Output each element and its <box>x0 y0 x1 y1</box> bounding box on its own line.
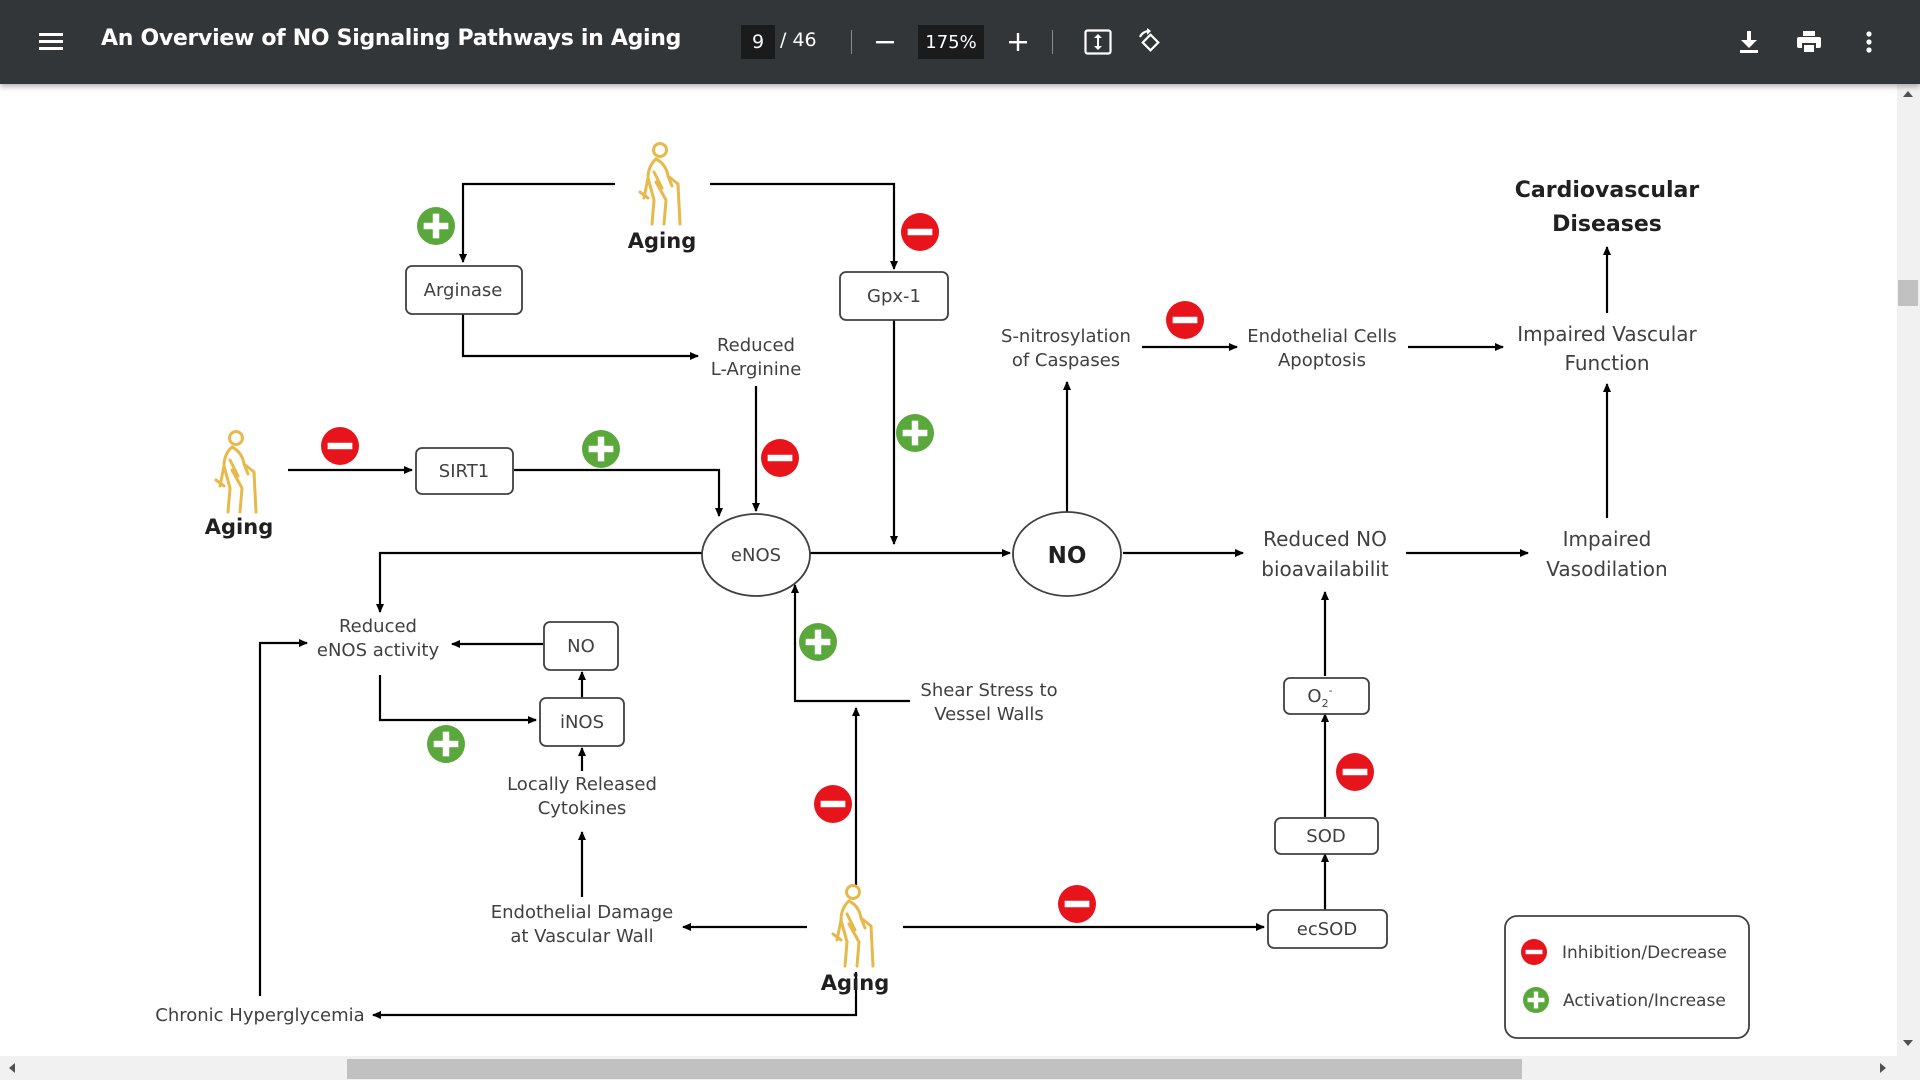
endothelial-apoptosis-label: Apoptosis <box>1278 350 1366 371</box>
endothelial-damage-label: at Vascular Wall <box>510 926 653 947</box>
aging-label: Aging <box>628 229 696 253</box>
activation-icon <box>799 623 837 661</box>
gpx1-label: Gpx-1 <box>867 286 921 307</box>
inhibition-icon <box>1336 753 1374 791</box>
horizontal-scroll-thumb[interactable] <box>347 1059 1522 1079</box>
zoom-out-button[interactable] <box>865 22 905 62</box>
cvd-label: Cardiovascular <box>1515 178 1700 203</box>
reduced-no-bioavailability-label: bioavailabilit <box>1261 557 1389 581</box>
impaired-vascular-function-label: Function <box>1564 351 1649 375</box>
minus-icon <box>876 41 894 44</box>
elderly-person-icon <box>214 430 258 514</box>
inhibition-icon <box>814 785 852 823</box>
fit-page-icon <box>1084 29 1112 55</box>
ecsod-label: ecSOD <box>1297 919 1357 940</box>
elderly-person-icon <box>638 142 682 226</box>
inhibition-icon <box>321 427 359 465</box>
s-nitrosylation-label: S-nitrosylation <box>1001 326 1131 347</box>
s-nitrosylation-label: of Caspases <box>1012 350 1120 371</box>
impaired-vascular-function-label: Impaired Vascular <box>1517 322 1697 346</box>
elderly-person-icon <box>831 884 875 968</box>
inos-label: iNOS <box>560 712 604 733</box>
rotate-icon <box>1139 28 1160 52</box>
endothelial-damage-label: Endothelial Damage <box>491 902 673 923</box>
pdf-viewer: Aging Aging Aging Arginase Gpx-1 SIRT1 R… <box>0 84 1897 1056</box>
activation-icon <box>1523 987 1549 1013</box>
legend-box <box>1504 915 1750 1039</box>
aging-label: Aging <box>205 515 273 539</box>
menu-icon[interactable] <box>30 22 72 62</box>
toolbar-divider <box>851 30 852 54</box>
arginase-label: Arginase <box>424 280 503 301</box>
zoom-in-button[interactable] <box>998 22 1038 62</box>
aging-label: Aging <box>821 971 889 995</box>
toolbar-divider <box>1052 30 1053 54</box>
legend-activation-label: Activation/Increase <box>1563 991 1726 1011</box>
activation-icon <box>896 414 934 452</box>
download-icon <box>1740 31 1758 53</box>
no-signaling-diagram: Aging Aging Aging Arginase Gpx-1 SIRT1 R… <box>155 142 1750 1039</box>
reduced-enos-activity-label: Reduced <box>339 616 417 637</box>
reduced-no-bioavailability-label: Reduced NO <box>1263 527 1387 551</box>
no-label: NO <box>1048 543 1087 569</box>
inhibition-icon <box>901 213 939 251</box>
inhibition-icon <box>761 439 799 477</box>
cytokines-label: Locally Released <box>507 774 657 795</box>
reduced-enos-activity-label: eNOS activity <box>317 640 440 661</box>
more-options-button[interactable] <box>1849 22 1889 62</box>
scroll-down-icon[interactable] <box>1903 1040 1913 1046</box>
no-small-label: NO <box>567 636 595 657</box>
reduced-larginine-label: Reduced <box>717 335 795 356</box>
activation-icon <box>417 207 455 245</box>
plus-icon <box>1009 33 1027 51</box>
scroll-left-icon[interactable] <box>9 1063 15 1073</box>
cytokines-label: Cytokines <box>538 798 627 819</box>
shear-stress-label: Vessel Walls <box>934 704 1044 725</box>
shear-stress-label: Shear Stress to <box>920 680 1057 701</box>
impaired-vasodilation-label: Vasodilation <box>1546 557 1667 581</box>
endothelial-apoptosis-label: Endothelial Cells <box>1247 326 1397 347</box>
document-title: An Overview of NO Signaling Pathways in … <box>101 26 682 51</box>
more-vert-icon <box>1866 31 1872 53</box>
pdf-toolbar: An Overview of NO Signaling Pathways in … <box>0 0 1920 84</box>
page-number-input[interactable] <box>741 25 775 59</box>
print-icon <box>1797 31 1821 54</box>
download-button[interactable] <box>1729 22 1769 62</box>
reduced-larginine-label: L-Arginine <box>711 359 802 380</box>
impaired-vasodilation-label: Impaired <box>1563 527 1652 551</box>
chronic-hyperglycemia-label: Chronic Hyperglycemia <box>155 1005 364 1026</box>
enos-label: eNOS <box>731 545 781 566</box>
cvd-label: Diseases <box>1552 212 1662 237</box>
zoom-level-input[interactable] <box>918 25 984 59</box>
activation-icon <box>427 725 465 763</box>
sirt1-label: SIRT1 <box>439 461 489 482</box>
sod-label: SOD <box>1306 826 1345 847</box>
vertical-scroll-thumb[interactable] <box>1898 280 1918 306</box>
inhibition-icon <box>1166 301 1204 339</box>
scroll-right-icon[interactable] <box>1880 1063 1886 1073</box>
activation-icon <box>582 430 620 468</box>
page-total: / 46 <box>780 29 817 51</box>
vertical-scrollbar[interactable] <box>1897 84 1920 1056</box>
inhibition-icon <box>1521 939 1547 965</box>
fit-page-button[interactable] <box>1078 22 1118 62</box>
inhibition-icon <box>1058 885 1096 923</box>
print-button[interactable] <box>1789 22 1829 62</box>
legend-inhibition-label: Inhibition/Decrease <box>1562 943 1727 963</box>
rotate-button[interactable] <box>1130 22 1170 62</box>
scroll-up-icon[interactable] <box>1903 91 1913 97</box>
